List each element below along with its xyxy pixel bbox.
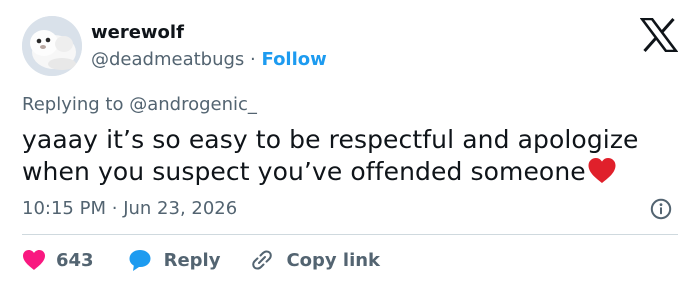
avatar-image [22,16,82,76]
author-display-name[interactable]: werewolf [91,21,327,45]
avatar[interactable] [22,16,82,76]
author-handle-row: @deadmeatbugs · Follow [91,48,327,72]
copy-link-label: Copy link [286,249,381,271]
author-info: werewolf @deadmeatbugs · Follow [91,21,327,72]
author-handle[interactable]: @deadmeatbugs [91,49,244,70]
handle-separator: · [250,49,256,70]
x-logo-icon[interactable] [640,18,678,52]
info-icon[interactable] [650,198,672,220]
reply-prefix: Replying to [22,94,124,115]
tweet-body: yaaay it’s so easy to be respectful and … [22,124,682,192]
heart-icon [23,250,45,270]
follow-button[interactable]: Follow [262,49,327,70]
reply-label: Reply [163,249,221,271]
reply-context: Replying to @androgenic_ [22,93,257,117]
tweet-timestamp[interactable]: 10:15 PM · Jun 23, 2026 [22,197,237,221]
tweet-time: 10:15 PM [22,198,106,219]
action-bar: 643 Reply Copy link [22,247,380,273]
speech-bubble-icon [129,250,151,271]
link-icon [252,250,273,270]
timestamp-separator: · [111,198,118,219]
like-button[interactable]: 643 [22,249,94,271]
tweet-date: Jun 23, 2026 [123,198,238,219]
red-heart-emoji [587,157,617,192]
reply-button[interactable]: Reply [128,248,221,272]
like-count: 643 [56,249,94,271]
copy-link-button[interactable]: Copy link [250,248,380,272]
embedded-tweet: werewolf @deadmeatbugs · Follow Replying… [0,0,700,287]
tweet-text: yaaay it’s so easy to be respectful and … [22,125,639,186]
divider [22,234,678,235]
reply-mention-link[interactable]: @androgenic_ [129,94,257,115]
